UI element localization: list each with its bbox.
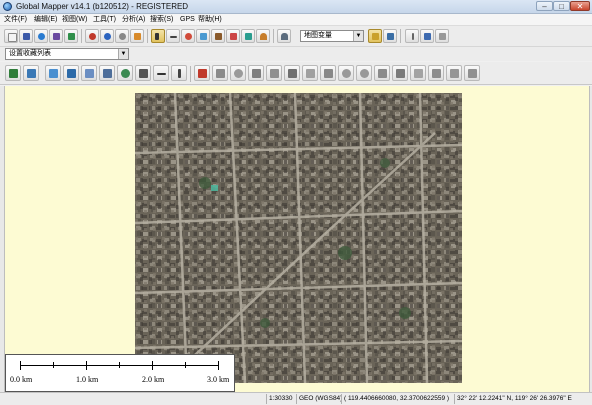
minimize-button[interactable]: – <box>536 1 553 11</box>
combine-icon[interactable] <box>212 65 228 81</box>
reverse-icon[interactable] <box>464 65 480 81</box>
app-globe-icon <box>3 2 12 11</box>
chevron-down-icon[interactable]: ▼ <box>118 49 128 59</box>
create-line-icon[interactable] <box>63 65 79 81</box>
menu-view[interactable]: 视图(W) <box>62 14 87 25</box>
scale-tick <box>119 362 120 368</box>
buffer-icon[interactable] <box>117 65 133 81</box>
help-icon[interactable] <box>420 29 434 43</box>
layer-combo-value: 地图变量 <box>304 32 332 39</box>
layer-combo[interactable]: 地图变量 ▼ <box>300 30 364 42</box>
paint-icon[interactable] <box>171 65 187 81</box>
digitizer-toolbar <box>0 62 592 85</box>
menu-file[interactable]: 文件(F) <box>4 14 27 25</box>
scale-label-3: 3.0 km <box>207 375 230 384</box>
scale-tick <box>185 362 186 368</box>
insert-icon[interactable] <box>284 65 300 81</box>
layer-control-icon[interactable] <box>368 29 382 43</box>
tag-icon[interactable] <box>428 65 444 81</box>
reshape-icon[interactable] <box>248 65 264 81</box>
scale-label-0: 0.0 km <box>10 375 33 384</box>
favorites-combo-value: 设置收藏列表 <box>9 50 51 57</box>
measure-area-icon[interactable] <box>374 65 390 81</box>
scale-tick <box>218 361 219 370</box>
create-point-icon[interactable] <box>81 65 97 81</box>
create-area-icon[interactable] <box>45 65 61 81</box>
menu-gps[interactable]: GPS <box>180 14 195 25</box>
split-icon[interactable] <box>99 65 115 81</box>
menu-tools[interactable]: 工具(T) <box>93 14 116 25</box>
path-profile-icon[interactable] <box>277 29 291 43</box>
contour-icon[interactable] <box>256 29 270 43</box>
shading-icon[interactable] <box>226 29 240 43</box>
menu-analysis[interactable]: 分析(A) <box>122 14 145 25</box>
undo-icon[interactable] <box>338 65 354 81</box>
gps-icon[interactable] <box>383 29 397 43</box>
view3d-icon[interactable] <box>211 29 225 43</box>
scale-label-1: 1.0 km <box>76 375 99 384</box>
title-bar: Global Mapper v14.1 (b120512) - REGISTER… <box>0 0 592 14</box>
pan-icon[interactable] <box>115 29 129 43</box>
move-feature-icon[interactable] <box>23 65 39 81</box>
status-scale: 1:30330 <box>266 394 296 404</box>
menu-edit[interactable]: 编辑(E) <box>34 14 57 25</box>
main-toolbar: 地图变量 ▼ <box>0 26 592 47</box>
scale-label-2: 2.0 km <box>142 375 165 384</box>
scale-tick <box>86 361 87 370</box>
maximize-button[interactable]: □ <box>553 1 570 11</box>
status-bar: 1:30330 GEO (WGS84) ( 119.4406660080, 32… <box>0 392 592 405</box>
new-icon[interactable] <box>4 29 18 43</box>
status-dms: 32° 22' 12.2241" N, 119° 26' 26.3976" E <box>454 394 592 404</box>
delete-icon[interactable] <box>302 65 318 81</box>
save-icon[interactable] <box>19 29 33 43</box>
zoom-out-icon[interactable] <box>100 29 114 43</box>
scale-bar: 0.0 km 1.0 km 2.0 km 3.0 km <box>5 354 235 392</box>
snap-icon[interactable] <box>410 65 426 81</box>
menu-help[interactable]: 帮助(H) <box>198 14 222 25</box>
scale-tick <box>20 361 21 370</box>
options-icon[interactable] <box>405 29 419 43</box>
close-button[interactable]: ✕ <box>570 1 590 11</box>
redo-icon[interactable] <box>356 65 372 81</box>
export-icon[interactable] <box>49 29 63 43</box>
satellite-image[interactable] <box>135 93 462 383</box>
measure-line-icon[interactable] <box>392 65 408 81</box>
label-icon[interactable] <box>153 65 169 81</box>
connect-icon[interactable] <box>64 29 78 43</box>
scale-tick <box>152 361 153 370</box>
cut-icon[interactable] <box>194 65 210 81</box>
status-projection: GEO (WGS84) <box>296 394 341 404</box>
rotate-icon[interactable] <box>230 65 246 81</box>
overlay-icon[interactable] <box>241 29 255 43</box>
globe-icon[interactable] <box>34 29 48 43</box>
chevron-down-icon[interactable]: ▼ <box>353 31 363 41</box>
edit-vertex-icon[interactable] <box>5 65 21 81</box>
map-view[interactable]: 0.0 km 1.0 km 2.0 km 3.0 km <box>4 86 590 392</box>
reload-icon[interactable] <box>181 29 195 43</box>
favorites-combo[interactable]: 设置收藏列表 ▼ <box>5 48 129 60</box>
aerial-imagery <box>135 93 462 383</box>
favorites-toolbar: 设置收藏列表 ▼ <box>0 47 592 106</box>
window-title: Global Mapper v14.1 (b120512) - REGISTER… <box>16 2 189 11</box>
scale-tick <box>53 362 54 368</box>
digitize-icon[interactable] <box>196 29 210 43</box>
menu-bar: 文件(F) 编辑(E) 视图(W) 工具(T) 分析(A) 搜索(S) GPS … <box>0 14 592 26</box>
menu-search[interactable]: 搜索(S) <box>150 14 173 25</box>
home-icon[interactable] <box>130 29 144 43</box>
zoom-in-icon[interactable] <box>85 29 99 43</box>
history-icon[interactable] <box>446 65 462 81</box>
copy-icon[interactable] <box>320 65 336 81</box>
measure-icon[interactable] <box>166 29 180 43</box>
tool-icon[interactable] <box>435 29 449 43</box>
select-icon[interactable] <box>151 29 165 43</box>
grid-icon[interactable] <box>135 65 151 81</box>
smooth-icon[interactable] <box>266 65 282 81</box>
status-coordinates: ( 119.4406660080, 32.3700622559 ) <box>341 394 454 404</box>
